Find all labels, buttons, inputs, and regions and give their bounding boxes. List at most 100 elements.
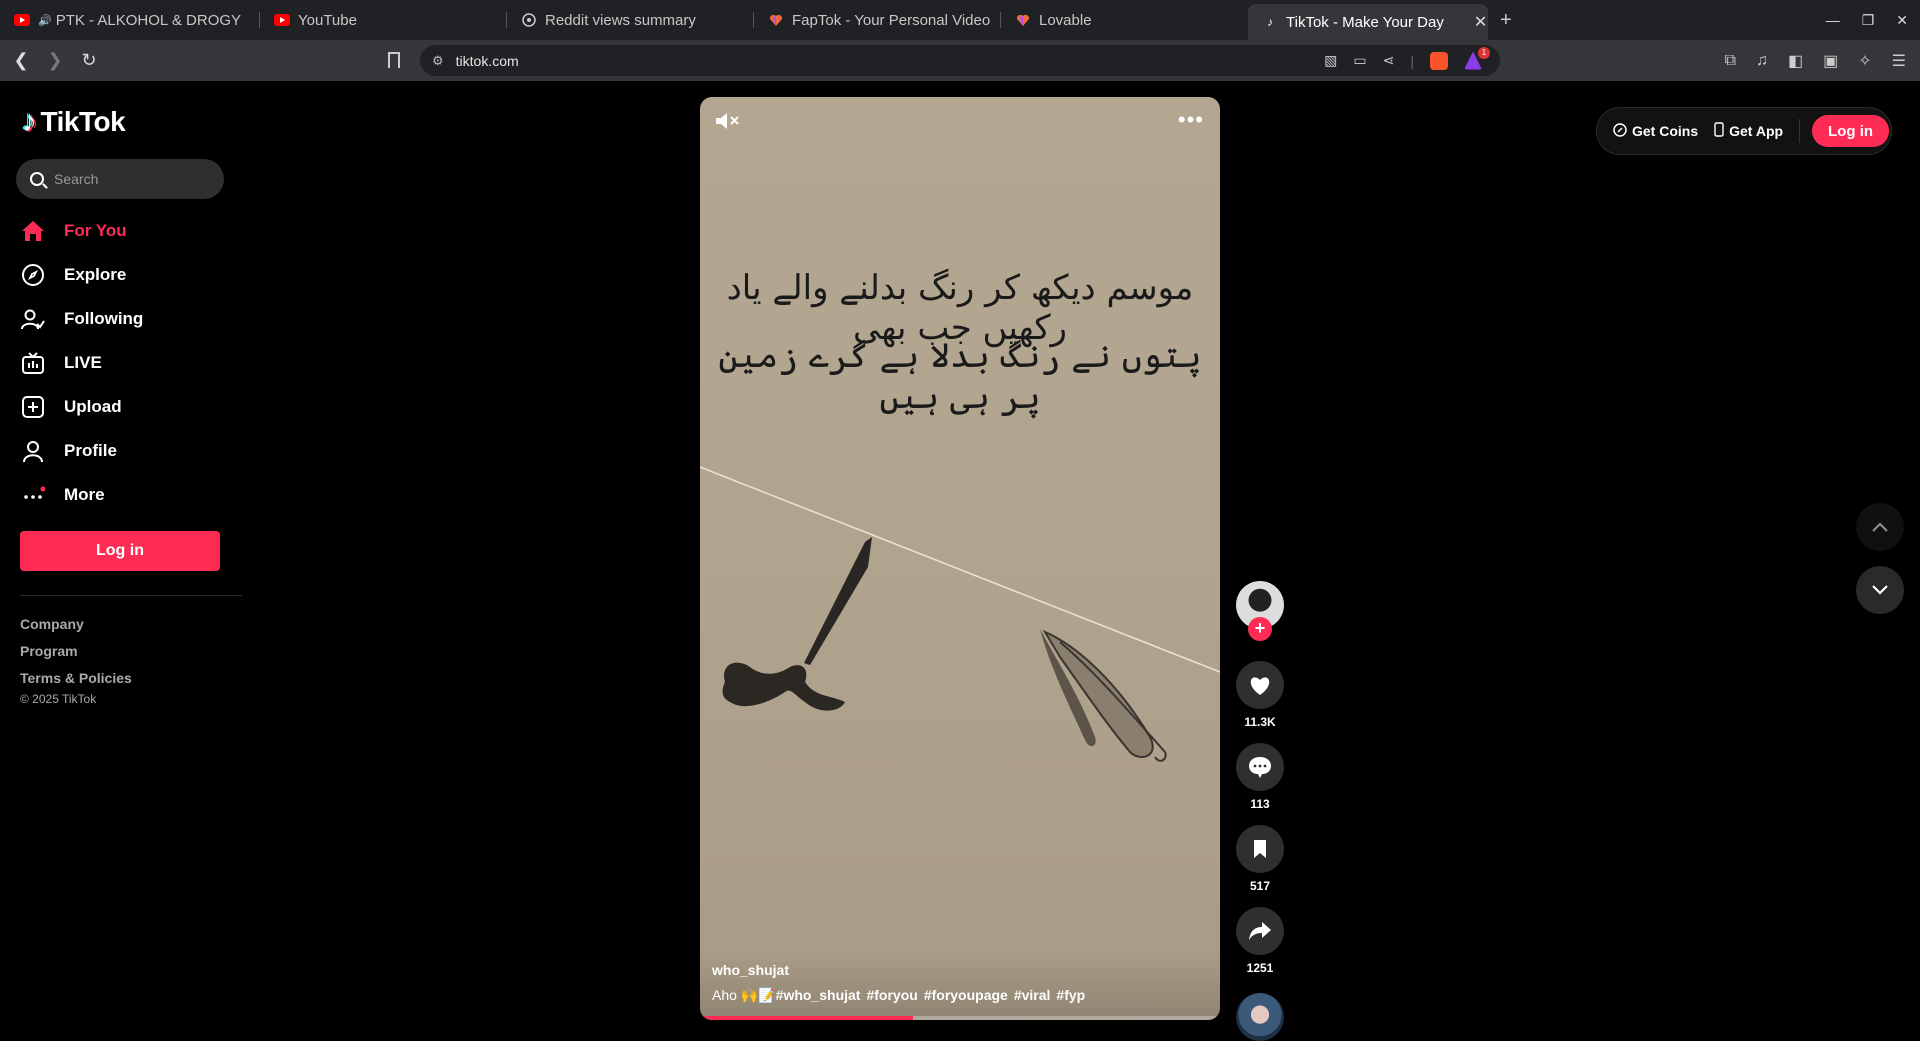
nav-following[interactable]: Following <box>20 297 143 341</box>
tab-title: FapTok - Your Personal Video <box>792 11 991 29</box>
rewards-badge: 1 <box>1478 46 1490 59</box>
tab-ptk[interactable]: 🔊 PTK - ALKOHOL & DROGY <box>0 0 260 40</box>
compass-icon <box>20 262 46 288</box>
youtube-icon <box>274 12 290 28</box>
comment-action[interactable]: 113 <box>1236 743 1284 811</box>
upload-icon <box>20 394 46 420</box>
site-settings-icon[interactable]: ⚙ <box>432 53 444 69</box>
divider <box>1799 119 1801 143</box>
cast-icon[interactable]: ▭ <box>1353 52 1366 69</box>
music-disc-avatar[interactable] <box>1236 993 1284 1041</box>
video-actions: + 11.3K 113 517 1251 <box>1236 581 1284 1041</box>
tab-tiktok[interactable]: ♪ TikTok - Make Your Day ✕ <box>1248 4 1488 40</box>
restore-icon[interactable]: ❐ <box>1862 12 1875 29</box>
search-input[interactable] <box>54 171 204 187</box>
video-player[interactable]: ••• موسم دیکھ کر رنگ بدلنے والے یاد رکھی… <box>700 97 1220 1020</box>
home-icon <box>20 218 46 244</box>
tiktok-logo[interactable]: ♪ TikTok <box>22 105 126 139</box>
more-icon <box>20 482 46 508</box>
tab-lovable[interactable]: Lovable <box>1001 0 1248 40</box>
wallet-icon[interactable]: ▣ <box>1823 51 1838 71</box>
hashtag-link[interactable]: #foryoupage <box>924 987 1008 1003</box>
header-login-button[interactable]: Log in <box>1812 115 1890 147</box>
tab-title: TikTok - Make Your Day <box>1286 13 1444 31</box>
nav-label: Following <box>64 309 144 328</box>
comment-count: 113 <box>1250 797 1270 811</box>
video-progress-fill <box>700 1016 914 1020</box>
heart-icon[interactable] <box>1236 661 1284 709</box>
share-action[interactable]: 1251 <box>1236 907 1284 975</box>
nav-for-you[interactable]: For You <box>20 209 143 253</box>
leo-ai-icon[interactable]: ✧ <box>1858 51 1871 71</box>
new-tab-button[interactable]: + <box>1500 9 1512 32</box>
nav-label: For You <box>64 221 127 240</box>
close-tab-icon[interactable]: ✕ <box>1474 12 1487 32</box>
follow-plus-icon[interactable]: + <box>1248 617 1272 641</box>
reload-icon[interactable]: ↻ <box>76 48 102 74</box>
hashtag-link[interactable]: #fyp <box>1056 987 1085 1003</box>
menu-icon[interactable]: ☰ <box>1892 51 1906 71</box>
nav-live[interactable]: LIVE <box>20 341 143 385</box>
omnibox-actions: ▧ ▭ ⋖ | 1 <box>1324 45 1490 76</box>
address-bar[interactable]: ⚙ tiktok.com ▧ ▭ ⋖ | 1 <box>420 45 1500 76</box>
like-action[interactable]: 11.3K <box>1236 661 1284 729</box>
browser-tab-bar: 🔊 PTK - ALKOHOL & DROGY YouTube Reddit v… <box>0 0 1920 40</box>
forward-icon[interactable]: ❯ <box>42 48 68 74</box>
logo-text: TikTok <box>40 106 126 137</box>
footer-company-link[interactable]: Company <box>20 611 132 638</box>
nav-explore[interactable]: Explore <box>20 253 143 297</box>
share-icon[interactable]: ⋖ <box>1383 52 1395 69</box>
screenshot-icon[interactable]: ⧉ <box>1725 52 1736 70</box>
nav-upload[interactable]: Upload <box>20 385 143 429</box>
hashtag-link[interactable]: #foryou <box>866 987 917 1003</box>
brave-shields-icon[interactable] <box>1430 51 1448 70</box>
bookmark-icon[interactable] <box>1236 825 1284 873</box>
top-right-bar: Get Coins Get App Log in <box>1596 107 1892 155</box>
tiktok-page: ♪ TikTok For You Explore Following LIVE … <box>0 81 1920 1041</box>
get-coins-button[interactable]: Get Coins <box>1613 122 1699 140</box>
tab-reddit-summary[interactable]: Reddit views summary <box>507 0 754 40</box>
video-description: Aho 🙌📝#who_shujat #foryou #foryoupage #vira… <box>712 987 1085 1004</box>
footer-links: Company Program Terms & Policies <box>20 611 132 692</box>
save-action[interactable]: 517 <box>1236 825 1284 893</box>
nav-label: Upload <box>64 397 122 416</box>
nav-more[interactable]: More <box>20 473 143 517</box>
nav-profile[interactable]: Profile <box>20 429 143 473</box>
close-window-icon[interactable]: ✕ <box>1896 12 1908 29</box>
openai-icon <box>521 12 537 28</box>
footer-terms-link[interactable]: Terms & Policies <box>20 665 132 692</box>
comment-icon[interactable] <box>1236 743 1284 791</box>
next-video-button[interactable] <box>1856 566 1904 614</box>
footer-program-link[interactable]: Program <box>20 638 132 665</box>
reader-off-icon[interactable]: ▧ <box>1324 52 1337 69</box>
window-controls: — ❐ ✕ <box>1826 0 1908 40</box>
previous-video-button[interactable] <box>1856 503 1904 551</box>
media-icon[interactable]: ♫ <box>1756 52 1768 70</box>
sidebar-toggle-icon[interactable]: ◧ <box>1788 51 1803 71</box>
tab-youtube[interactable]: YouTube <box>260 0 507 40</box>
video-progress-bar[interactable] <box>700 1016 1220 1020</box>
hashtag-link[interactable]: #viral <box>1014 987 1051 1003</box>
bookmark-icon[interactable] <box>388 52 400 68</box>
get-coins-label: Get Coins <box>1632 123 1699 139</box>
creator-avatar[interactable]: + <box>1236 581 1284 641</box>
share-arrow-icon[interactable] <box>1236 907 1284 955</box>
minimize-icon[interactable]: — <box>1826 12 1840 28</box>
get-app-label: Get App <box>1729 123 1784 139</box>
search-icon <box>30 172 44 186</box>
audio-playing-icon: 🔊 <box>38 14 52 27</box>
tab-title: Reddit views summary <box>545 11 696 29</box>
browser-toolbar: ❮ ❯ ↻ ⚙ tiktok.com ▧ ▭ ⋖ | 1 ⧉ ♫ ◧ ▣ ✧ ☰ <box>0 40 1920 81</box>
search-box[interactable] <box>16 159 224 199</box>
nav-label: LIVE <box>64 353 102 372</box>
back-icon[interactable]: ❮ <box>8 48 34 74</box>
copyright: © 2025 TikTok <box>20 692 97 706</box>
tab-faptok[interactable]: FapTok - Your Personal Video <box>754 0 1001 40</box>
live-icon <box>20 350 46 376</box>
coin-icon <box>1613 122 1627 140</box>
video-scene-illustration <box>700 466 1220 762</box>
video-author[interactable]: who_shujat <box>712 962 789 978</box>
hashtag-link[interactable]: #who_shujat <box>776 987 861 1003</box>
get-app-button[interactable]: Get App <box>1714 122 1783 140</box>
sidebar-login-button[interactable]: Log in <box>20 531 220 571</box>
